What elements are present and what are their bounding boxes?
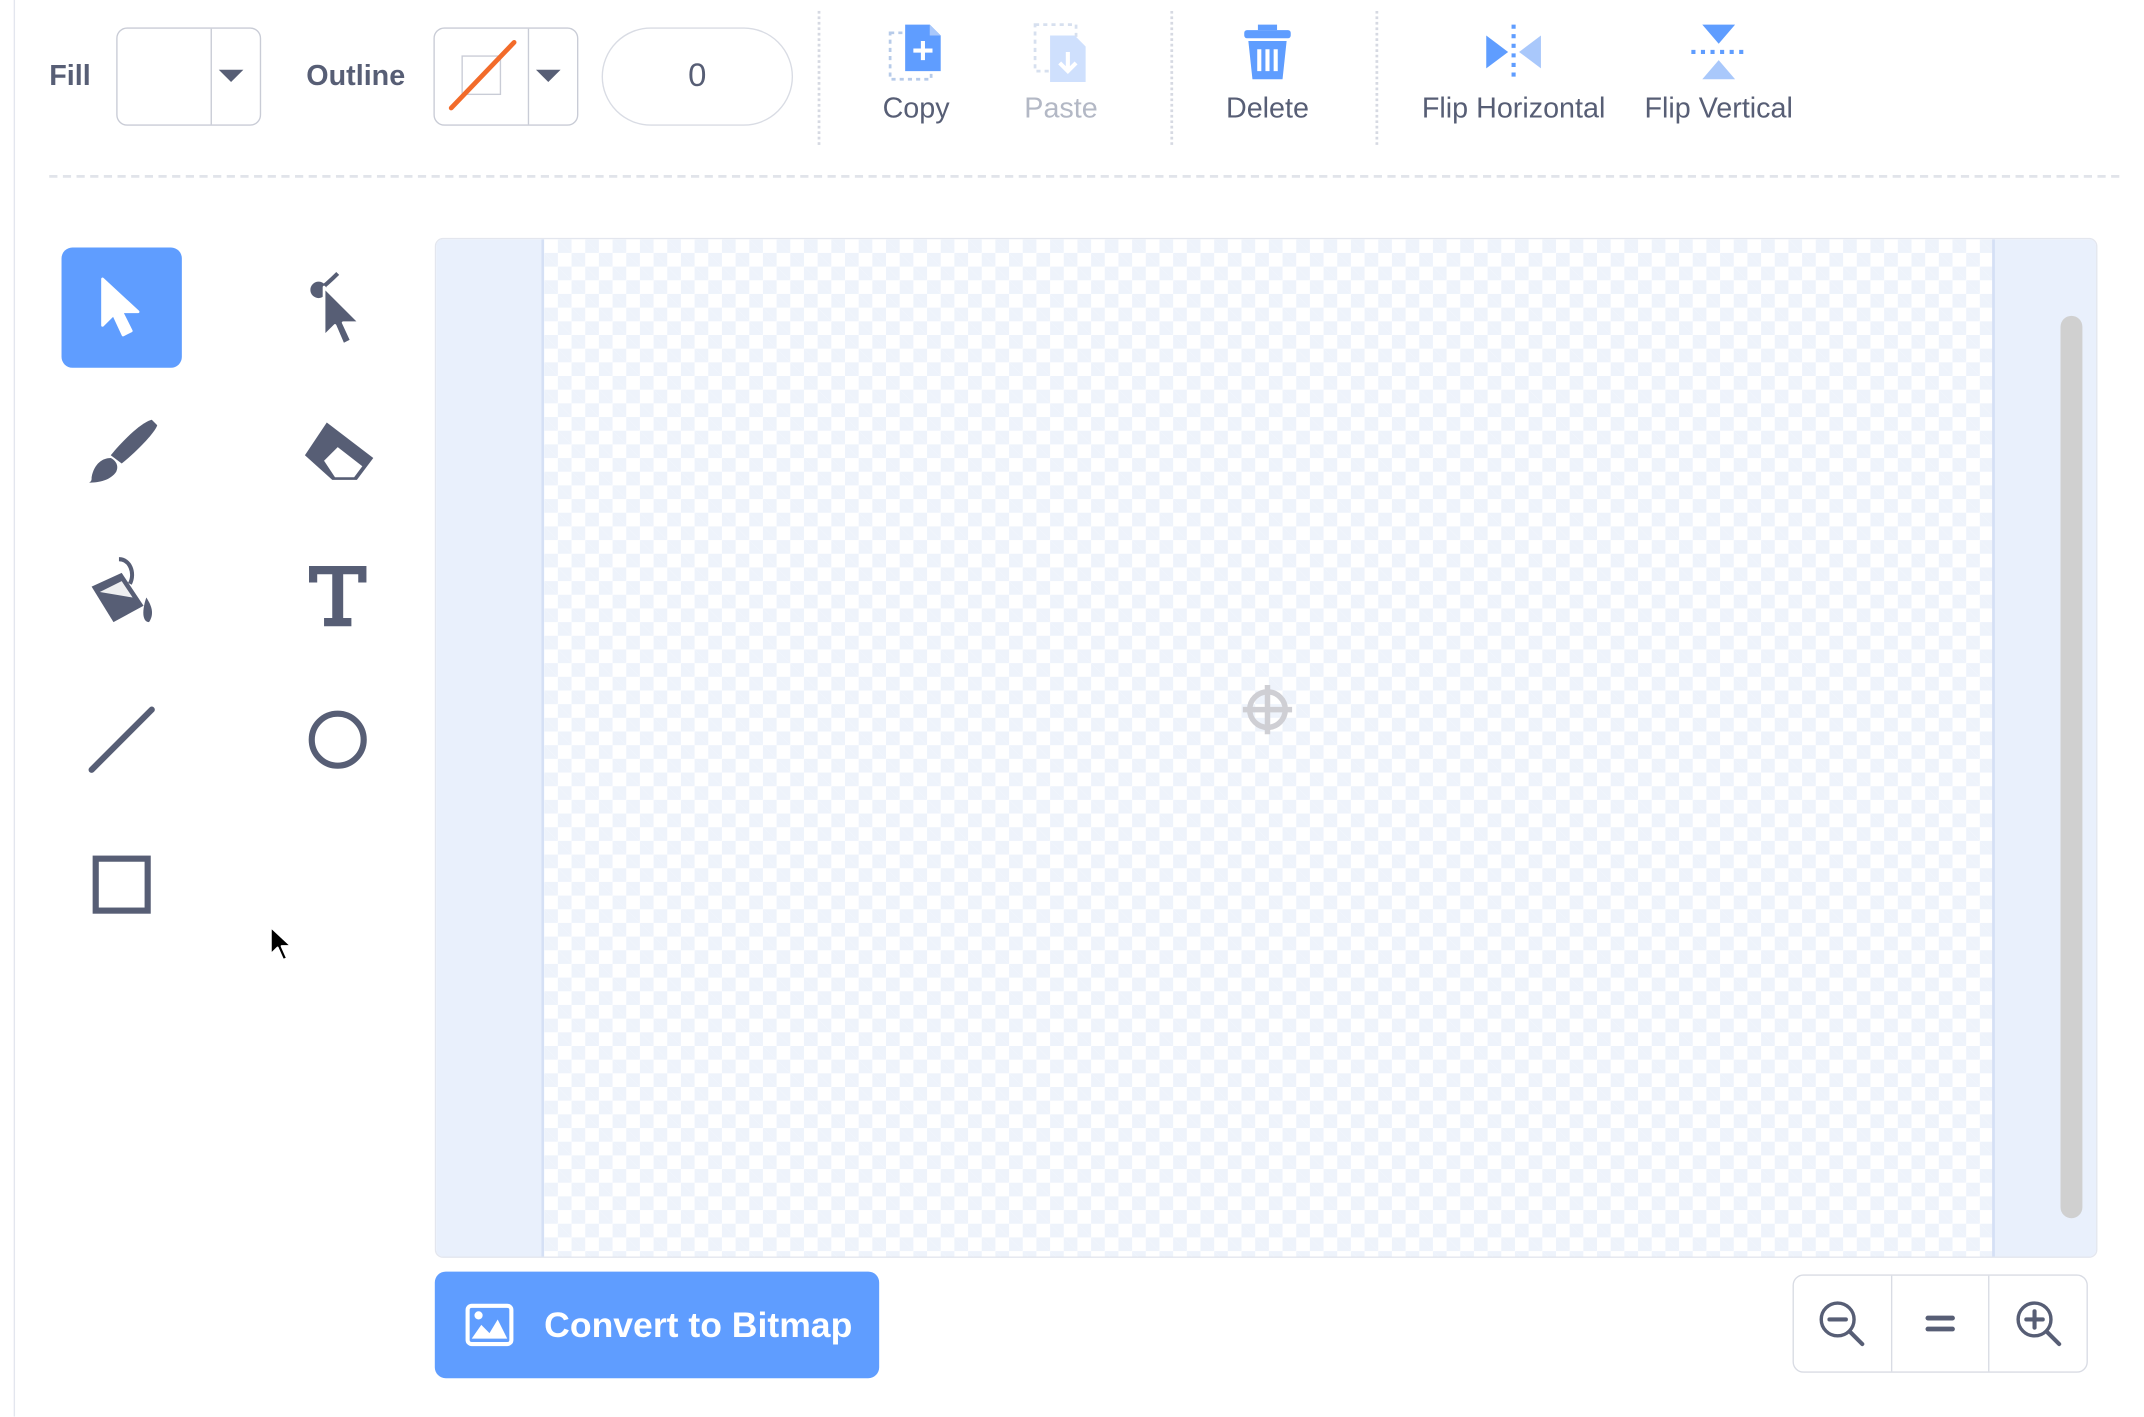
zoom-controls	[1792, 1274, 2088, 1373]
paste-icon	[1033, 23, 1086, 83]
chevron-down-icon[interactable]	[535, 69, 561, 83]
toolbar-divider	[1375, 10, 1379, 145]
outline-label: Outline	[306, 60, 406, 92]
brush-icon	[88, 419, 158, 483]
outline-width-input[interactable]: 0	[601, 27, 794, 126]
toolbar-separator	[49, 175, 2120, 178]
canvas-area[interactable]	[544, 239, 1993, 1257]
copy-label: Copy	[882, 92, 950, 125]
text-tool-button[interactable]	[278, 535, 398, 655]
chevron-down-icon[interactable]	[218, 69, 244, 83]
eraser-tool-button[interactable]	[278, 392, 398, 512]
fill-tool-button[interactable]	[62, 535, 182, 655]
drawing-canvas[interactable]	[434, 237, 2098, 1258]
fill-label: Fill	[49, 60, 91, 92]
fill-color-swatch[interactable]	[118, 28, 212, 125]
circle-tool-button[interactable]	[278, 680, 398, 800]
vertical-scrollbar[interactable]	[2060, 315, 2083, 1219]
reshape-icon	[310, 272, 361, 346]
delete-button[interactable]: Delete	[1217, 19, 1318, 126]
zoom-reset-icon	[1925, 1315, 1955, 1332]
mouse-cursor-icon	[269, 926, 293, 961]
zoom-out-button[interactable]	[1794, 1275, 1892, 1372]
copy-icon	[888, 24, 941, 81]
zoom-reset-button[interactable]	[1892, 1275, 1990, 1372]
flip-horizontal-label: Flip Horizontal	[1421, 92, 1606, 125]
brush-tool-button[interactable]	[62, 392, 182, 512]
paint-bucket-icon	[91, 557, 153, 623]
circle-icon	[308, 710, 367, 769]
bitmap-image-icon	[465, 1303, 514, 1347]
flip-horizontal-icon	[1486, 24, 1541, 80]
line-tool-button[interactable]	[62, 680, 182, 800]
fill-color-picker[interactable]	[116, 27, 262, 126]
paint-editor: Fill Outline 0 Copy Paste Delete Flip Ho…	[0, 0, 2144, 1417]
paste-button[interactable]: Paste	[1015, 19, 1108, 126]
canvas-margin-left	[436, 239, 545, 1257]
flip-vertical-icon	[1691, 24, 1747, 80]
eraser-icon	[304, 422, 374, 480]
no-color-icon	[448, 39, 517, 111]
text-icon	[309, 566, 367, 627]
flip-vertical-label: Flip Vertical	[1644, 92, 1793, 125]
zoom-in-icon	[2015, 1301, 2061, 1347]
rectangle-tool-button[interactable]	[62, 824, 182, 944]
select-tool-button[interactable]	[61, 247, 182, 368]
convert-to-bitmap-button[interactable]: Convert to Bitmap	[434, 1271, 880, 1379]
reshape-tool-button[interactable]	[278, 247, 398, 367]
copy-button[interactable]: Copy	[870, 19, 963, 126]
trash-icon	[1244, 24, 1291, 80]
toolbar-divider	[817, 10, 821, 145]
zoom-out-icon	[1819, 1301, 1865, 1347]
line-icon	[88, 706, 155, 773]
arrow-select-icon	[101, 277, 140, 337]
paste-label: Paste	[1024, 92, 1098, 125]
left-border	[0, 0, 16, 1417]
delete-label: Delete	[1225, 92, 1309, 125]
rectangle-icon	[92, 855, 151, 914]
outline-color-picker[interactable]	[433, 27, 579, 126]
crosshair-icon	[1242, 685, 1293, 735]
outline-color-swatch[interactable]	[435, 28, 530, 125]
toolbar-divider	[1170, 10, 1174, 145]
flip-vertical-button[interactable]: Flip Vertical	[1638, 19, 1799, 126]
zoom-in-button[interactable]	[1990, 1276, 2087, 1372]
flip-horizontal-button[interactable]: Flip Horizontal	[1414, 19, 1614, 126]
convert-to-bitmap-label: Convert to Bitmap	[544, 1303, 853, 1345]
